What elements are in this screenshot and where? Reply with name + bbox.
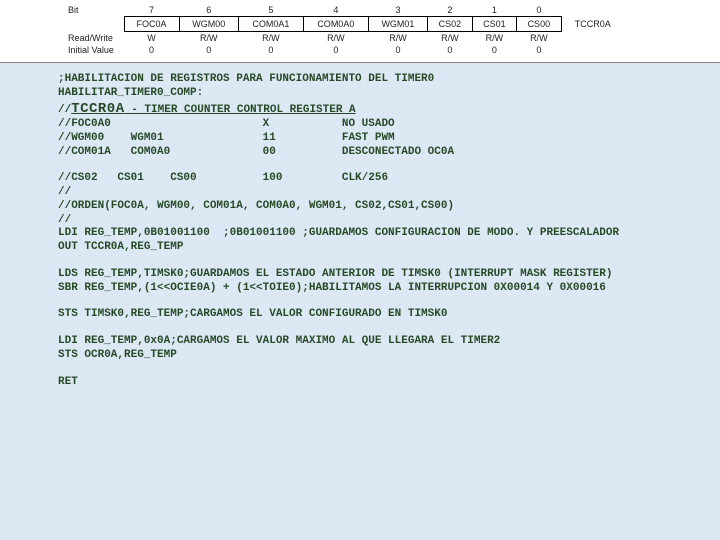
register-title: TCCR0A [71, 101, 124, 117]
bit-name: CS01 [472, 17, 516, 32]
register-bit-table: Bit 7 6 5 4 3 2 1 0 FOC0A WGM00 COM0A1 C… [64, 4, 624, 56]
bit-name: CS02 [428, 17, 472, 32]
bit-num: 4 [303, 4, 368, 17]
bit-num: 5 [238, 4, 303, 17]
code-line: LDI REG_TEMP,0B01001100 ;0B01001100 ;GUA… [58, 227, 720, 241]
code-line: //WGM00 WGM01 11 FAST PWM [58, 132, 720, 146]
code-line: //CS02 CS01 CS00 100 CLK/256 [58, 172, 720, 186]
code-line: LDI REG_TEMP,0x0A;CARGAMOS EL VALOR MAXI… [58, 335, 720, 349]
code-line: STS OCR0A,REG_TEMP [58, 349, 720, 363]
row-label-iv: Initial Value [64, 44, 124, 56]
code-line: RET [58, 376, 720, 390]
row-label-bit: Bit [64, 4, 124, 17]
bit-num: 7 [124, 4, 179, 17]
bit-num: 0 [517, 4, 561, 17]
bit-num: 2 [428, 4, 472, 17]
bit-name: FOC0A [124, 17, 179, 32]
rw-cell: R/W [472, 32, 516, 45]
code-line: HABILITAR_TIMER0_COMP: [58, 87, 720, 101]
register-table-panel: Bit 7 6 5 4 3 2 1 0 FOC0A WGM00 COM0A1 C… [0, 0, 720, 63]
table-row: Read/Write W R/W R/W R/W R/W R/W R/W R/W [64, 32, 624, 45]
iv-cell: 0 [238, 44, 303, 56]
code-line: //ORDEN(FOC0A, WGM00, COM01A, COM0A0, WG… [58, 200, 720, 214]
iv-cell: 0 [368, 44, 427, 56]
rw-cell: W [124, 32, 179, 45]
table-row: Bit 7 6 5 4 3 2 1 0 [64, 4, 624, 17]
iv-cell: 0 [179, 44, 238, 56]
code-line: // [58, 214, 720, 228]
iv-cell: 0 [517, 44, 561, 56]
bit-num: 3 [368, 4, 427, 17]
code-line: LDS REG_TEMP,TIMSK0;GUARDAMOS EL ESTADO … [58, 268, 720, 282]
bit-num: 1 [472, 4, 516, 17]
code-line: // [58, 186, 720, 200]
iv-cell: 0 [124, 44, 179, 56]
code-line: //COM01A COM0A0 00 DESCONECTADO OC0A [58, 146, 720, 160]
bit-name: WGM00 [179, 17, 238, 32]
rw-cell: R/W [428, 32, 472, 45]
code-text: - TIMER COUNTER CONTROL REGISTER A [125, 104, 356, 116]
code-line: OUT TCCR0A,REG_TEMP [58, 241, 720, 255]
rw-cell: R/W [303, 32, 368, 45]
assembly-code-block: ;HABILITACION DE REGISTROS PARA FUNCIONA… [0, 63, 720, 389]
row-label-rw: Read/Write [64, 32, 124, 45]
code-line: //TCCR0A - TIMER COUNTER CONTROL REGISTE… [58, 101, 720, 119]
rw-cell: R/W [238, 32, 303, 45]
code-line: SBR REG_TEMP,(1<<OCIE0A) + (1<<TOIE0);HA… [58, 282, 720, 296]
rw-cell: R/W [517, 32, 561, 45]
code-line: STS TIMSK0,REG_TEMP;CARGAMOS EL VALOR CO… [58, 308, 720, 322]
code-line: ;HABILITACION DE REGISTROS PARA FUNCIONA… [58, 73, 720, 87]
iv-cell: 0 [472, 44, 516, 56]
rw-cell: R/W [368, 32, 427, 45]
table-row: Initial Value 0 0 0 0 0 0 0 0 [64, 44, 624, 56]
bit-name: COM0A0 [303, 17, 368, 32]
register-name: TCCR0A [561, 17, 624, 32]
iv-cell: 0 [303, 44, 368, 56]
table-row: FOC0A WGM00 COM0A1 COM0A0 WGM01 CS02 CS0… [64, 17, 624, 32]
code-line: //FOC0A0 X NO USADO [58, 118, 720, 132]
bit-name: WGM01 [368, 17, 427, 32]
iv-cell: 0 [428, 44, 472, 56]
bit-num: 6 [179, 4, 238, 17]
code-text: // [58, 104, 71, 116]
bit-name: CS00 [517, 17, 561, 32]
rw-cell: R/W [179, 32, 238, 45]
bit-name: COM0A1 [238, 17, 303, 32]
